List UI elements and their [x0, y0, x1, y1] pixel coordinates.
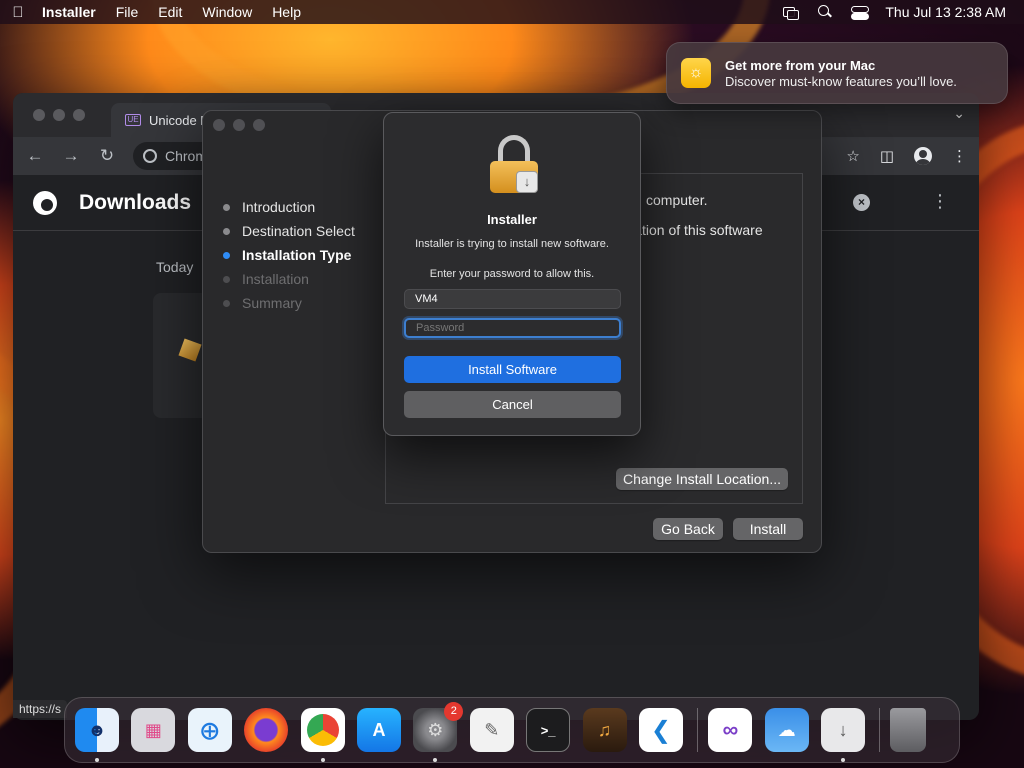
notification-count-badge: 2 [444, 702, 464, 721]
side-panel-icon[interactable]: ◫ [880, 147, 894, 165]
step-summary: Summary [223, 291, 355, 315]
dialog-prompt: Enter your password to allow this. [429, 268, 595, 280]
garageband-dock-icon[interactable]: ♫ [582, 708, 627, 752]
step-label: Introduction [242, 199, 316, 215]
installer-badge-icon: ↓ [516, 171, 538, 193]
dock-separator [697, 708, 699, 752]
forward-arrow-icon[interactable]: → [61, 146, 81, 166]
link-status-bar: https://s [13, 700, 68, 718]
step-dot [223, 299, 230, 307]
menu-help[interactable]: Help [262, 4, 311, 20]
minimize-window-button[interactable] [53, 109, 65, 121]
safari-dock-icon[interactable]: ⨁ [187, 708, 232, 752]
step-label: Summary [242, 295, 302, 311]
chrome-site-icon [143, 149, 157, 163]
dialog-title: Installer [487, 212, 537, 227]
visual-studio-dock-icon[interactable]: ∞ [708, 708, 753, 752]
terminal-dock-icon[interactable]: >_ [526, 708, 571, 752]
installer-content-text-1: computer. [646, 192, 708, 208]
spotlight-search-icon[interactable] [817, 5, 833, 19]
package-file-icon [178, 338, 202, 362]
textedit-dock-icon[interactable]: ✎ [469, 708, 514, 752]
menu-edit[interactable]: Edit [148, 4, 192, 20]
step-dot [223, 203, 230, 211]
control-center-icon[interactable] [851, 5, 870, 20]
vscode-dock-icon[interactable]: ❮ [638, 708, 683, 752]
step-installation: Installation [223, 267, 355, 291]
app-store-dock-icon[interactable]: A [356, 708, 401, 752]
menu-bar-clock[interactable]: Thu Jul 13 2:38 AM [885, 4, 1006, 20]
page-title: Downloads [79, 190, 192, 214]
step-dot [223, 275, 230, 283]
step-label: Installation Type [242, 247, 352, 263]
menu-bar:  Installer File Edit Window Help Thu Ju… [0, 0, 1024, 24]
chrome-dock-icon[interactable] [300, 708, 345, 762]
installer-traffic-lights [213, 119, 265, 131]
step-destination-select: Destination Select [223, 219, 355, 243]
install-button[interactable]: Install [733, 518, 803, 540]
clear-search-icon[interactable]: × [853, 194, 870, 211]
go-back-button[interactable]: Go Back [653, 518, 723, 540]
unicode-favicon-icon: UE [125, 114, 141, 126]
close-window-button[interactable] [33, 109, 45, 121]
lock-icon: ↓ [490, 135, 538, 193]
back-arrow-icon[interactable]: ← [25, 146, 45, 166]
bookmark-star-icon[interactable]: ☆ [846, 147, 859, 165]
dock-separator [879, 708, 881, 752]
step-dot [223, 227, 230, 235]
browser-tab-title: Unicode B [149, 112, 209, 128]
username-field[interactable]: VM4 [404, 289, 621, 309]
downloads-date-heading: Today [156, 259, 194, 275]
step-dot [223, 251, 230, 259]
reload-icon[interactable]: ↻ [97, 146, 117, 166]
system-settings-dock-icon[interactable]: ⚙ 2 [413, 702, 464, 762]
menu-window[interactable]: Window [192, 4, 262, 20]
install-software-button[interactable]: Install Software [404, 356, 621, 383]
installer-close-button[interactable] [213, 119, 225, 131]
zoom-window-button[interactable] [73, 109, 85, 121]
installer-dock-icon[interactable]: ↓ [821, 708, 866, 762]
installer-content-text-2: llation of this software [628, 222, 763, 238]
password-field[interactable]: Password [404, 318, 621, 338]
chrome-logo-icon [33, 190, 57, 215]
firefox-dock-icon[interactable] [244, 708, 289, 752]
notification-banner[interactable]: ☼ Get more from your Mac Discover must-k… [666, 42, 1008, 104]
dock: ☻ ▦ ⨁ A ⚙ 2 ✎ >_ ♫ ❮ ∞ ☁ ↓ [64, 697, 960, 763]
step-label: Installation [242, 271, 309, 287]
installer-minimize-button[interactable] [233, 119, 245, 131]
chrome-menu-icon[interactable]: ⋮ [952, 147, 967, 165]
menu-file[interactable]: File [106, 4, 149, 20]
downloads-more-icon[interactable]: ⋮ [931, 191, 949, 212]
installer-steps: Introduction Destination Select Installa… [223, 195, 355, 315]
auth-dialog: ↓ Installer Installer is trying to insta… [383, 112, 641, 436]
weather-dock-icon[interactable]: ☁ [764, 708, 809, 752]
notification-title: Get more from your Mac [725, 57, 876, 73]
step-label: Destination Select [242, 223, 355, 239]
installer-zoom-button[interactable] [253, 119, 265, 131]
menu-app-name[interactable]: Installer [36, 4, 106, 20]
step-installation-type: Installation Type [223, 243, 355, 267]
screen-mirroring-icon[interactable] [783, 5, 800, 20]
finder-dock-icon[interactable]: ☻ [75, 708, 119, 762]
address-bar-text: Chrom [165, 148, 208, 164]
cancel-button[interactable]: Cancel [404, 391, 621, 418]
notification-body: Discover must-know features you’ll love. [725, 73, 957, 89]
apple-menu-icon[interactable]:  [0, 4, 36, 21]
chrome-traffic-lights [13, 109, 85, 121]
profile-avatar-icon[interactable] [914, 147, 932, 165]
tab-search-chevron-icon[interactable]: ⌄ [953, 105, 965, 122]
launchpad-dock-icon[interactable]: ▦ [131, 708, 176, 752]
trash-dock-icon[interactable] [890, 708, 927, 752]
change-install-location-button[interactable]: Change Install Location... [616, 468, 788, 490]
lightbulb-icon: ☼ [681, 58, 711, 88]
step-introduction: Introduction [223, 195, 355, 219]
dialog-subtitle: Installer is trying to install new softw… [415, 238, 609, 250]
